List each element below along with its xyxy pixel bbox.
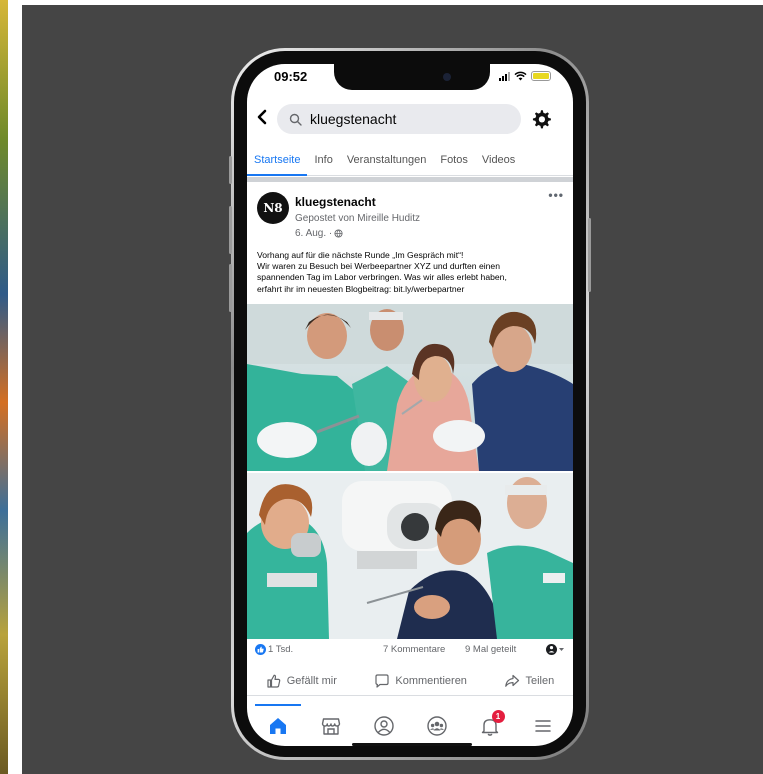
lab-photo-illustration — [247, 304, 573, 471]
post-header: N8 kluegstenacht Gepostet von Mireille H… — [247, 182, 573, 242]
comment-button[interactable]: Kommentieren — [374, 673, 467, 689]
groups-icon — [426, 716, 447, 736]
wifi-icon — [514, 71, 527, 81]
nav-notifications[interactable]: 1 — [475, 710, 505, 741]
like-button[interactable]: Gefällt mir — [266, 673, 337, 689]
tab-info[interactable]: Info — [307, 146, 339, 176]
comment-button-label: Kommentieren — [395, 674, 467, 687]
volume-down-button — [229, 264, 232, 312]
globe-icon — [334, 229, 343, 238]
nav-home[interactable] — [254, 704, 301, 741]
search-icon — [289, 113, 302, 126]
search-row — [247, 100, 573, 138]
volume-up-button — [229, 206, 232, 254]
chevron-left-icon — [257, 109, 267, 124]
post-photo-top[interactable] — [247, 304, 573, 471]
post-text-line[interactable]: erfahrt ihr im neuesten Blogbeitrag: bit… — [257, 284, 562, 295]
like-button-label: Gefällt mir — [286, 674, 337, 687]
nav-profile[interactable] — [369, 711, 399, 741]
hamburger-menu-icon — [534, 720, 551, 732]
share-button[interactable]: Teilen — [504, 673, 554, 689]
status-icons — [499, 71, 551, 81]
tab-videos[interactable]: Videos — [475, 146, 522, 176]
mute-switch — [229, 156, 232, 184]
post-text: Vorhang auf für die nächste Runde „Im Ge… — [257, 250, 562, 295]
post-text-line: Vorhang auf für die nächste Runde „Im Ge… — [257, 250, 464, 260]
nav-groups[interactable] — [422, 711, 452, 741]
reactions-row: 1 Tsd. 7 Kommentare 9 Mal geteilt — [247, 642, 573, 658]
share-icon — [505, 674, 520, 687]
audience-selector-icon[interactable] — [545, 643, 565, 656]
like-reaction-icon — [255, 644, 266, 655]
tab-startseite[interactable]: Startseite — [247, 146, 308, 176]
posted-by: Gepostet von Mireille Huditz — [295, 213, 421, 224]
thumbs-up-icon — [267, 674, 281, 688]
notch — [334, 64, 490, 90]
post-text-line: spannenden Tag im Labor verbringen. Was … — [257, 272, 507, 283]
post-date-text: 6. Aug. · — [295, 228, 333, 239]
phone-bezel: 09:52 Startseite Info — [234, 51, 586, 757]
profile-icon — [373, 716, 394, 736]
back-button[interactable] — [247, 108, 277, 131]
phone-screen: 09:52 Startseite Info — [247, 64, 573, 746]
page-margin — [8, 0, 22, 774]
shares-count[interactable]: 9 Mal geteilt — [465, 644, 516, 655]
gear-icon[interactable] — [530, 108, 552, 130]
search-input[interactable] — [310, 111, 500, 127]
nav-marketplace[interactable] — [316, 711, 346, 741]
page-name[interactable]: kluegstenacht — [295, 195, 376, 209]
post-date: 6. Aug. · — [295, 228, 343, 239]
tab-fotos[interactable]: Fotos — [433, 146, 475, 176]
front-camera — [443, 73, 451, 81]
home-indicator[interactable] — [352, 743, 472, 746]
microscope-photo-illustration — [247, 473, 573, 639]
page-avatar[interactable]: N8 — [257, 192, 289, 224]
marketplace-icon — [321, 718, 340, 735]
post-photo-bottom[interactable] — [247, 473, 573, 639]
phone-frame: 09:52 Startseite Info — [229, 48, 591, 760]
signal-icon — [499, 71, 510, 81]
page-tabs: Startseite Info Veranstaltungen Fotos Vi… — [247, 146, 573, 176]
post-actions: Gefällt mir Kommentieren Teilen — [247, 666, 573, 696]
search-bar[interactable] — [277, 104, 521, 134]
share-button-label: Teilen — [525, 674, 555, 687]
battery-icon — [531, 71, 551, 81]
power-button — [588, 218, 591, 292]
background-photo-edge — [0, 0, 8, 774]
comments-count[interactable]: 7 Kommentare — [383, 644, 445, 655]
more-options-icon[interactable]: ••• — [548, 188, 564, 202]
notification-badge: 1 — [491, 710, 505, 723]
post-text-line: Wir waren zu Besuch bei Werbeepartner XY… — [257, 261, 500, 272]
comment-icon — [375, 673, 389, 688]
bottom-nav: 1 — [247, 704, 573, 746]
likes-count[interactable]: 1 Tsd. — [268, 644, 293, 655]
tab-veranstaltungen[interactable]: Veranstaltungen — [340, 146, 434, 176]
status-time: 09:52 — [274, 69, 308, 84]
home-icon — [269, 718, 286, 734]
nav-menu[interactable] — [528, 711, 558, 741]
